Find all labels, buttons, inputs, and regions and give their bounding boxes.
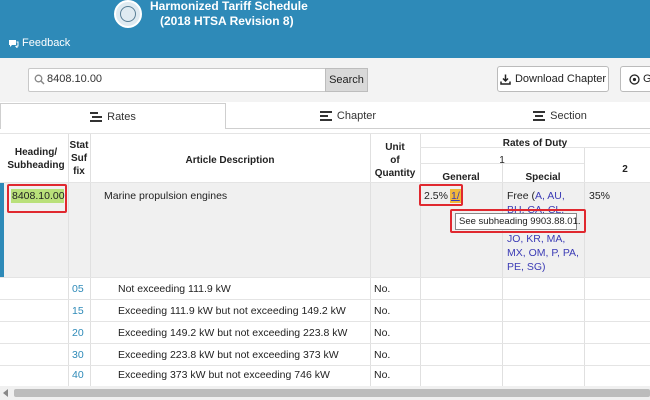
sub-description: Exceeding 223.8 kW but not exceeding 373… — [118, 349, 339, 361]
scrollbar-thumb[interactable] — [14, 389, 650, 397]
search-input[interactable] — [47, 73, 317, 85]
annotation-box-heading — [7, 184, 67, 213]
tariff-table: Heading/Subheading Stat Suf fix Article De… — [0, 133, 650, 387]
special-program-codes[interactable]: A, AU, — [535, 190, 565, 202]
article-description: Marine propulsion engines — [104, 190, 228, 202]
sub-description: Exceeding 111.9 kW but not exceeding 149… — [118, 305, 346, 317]
stat-suffix[interactable]: 15 — [72, 305, 84, 317]
header-rates-of-duty: Rates of Duty — [502, 138, 568, 149]
download-chapter-button[interactable]: Download Chapter — [497, 66, 609, 92]
header-special: Special — [525, 172, 561, 183]
unit-of-quantity: No. — [374, 283, 391, 295]
unit-of-quantity: No. — [374, 349, 391, 361]
search-button[interactable]: Search — [325, 68, 368, 92]
special-program-codes[interactable]: JO, KR, MA, — [507, 233, 565, 245]
feedback-icon — [8, 39, 19, 48]
tab-rates-label: Rates — [107, 110, 136, 123]
app-subtitle: (2018 HTSA Revision 8) — [160, 14, 294, 28]
search-icon — [34, 74, 45, 85]
align-center-icon — [533, 111, 546, 121]
tab-section-label: Section — [550, 110, 587, 122]
annotation-box-tooltip — [450, 209, 586, 233]
align-left-icon — [319, 111, 332, 121]
search-toolbar: Search Download Chapter G — [0, 58, 650, 102]
guide-button[interactable]: G — [620, 66, 650, 92]
app-header: Harmonized Tariff Schedule (2018 HTSA Re… — [0, 0, 650, 58]
special-program-codes[interactable]: PE, SG) — [507, 261, 546, 273]
tab-chapter[interactable]: Chapter — [226, 103, 470, 129]
header-stat-suffix: Stat Suf fix — [69, 140, 89, 177]
stat-suffix[interactable]: 05 — [72, 283, 84, 295]
download-chapter-label: Download Chapter — [514, 73, 607, 85]
unit-of-quantity: No. — [374, 327, 391, 339]
sub-description: Not exceeding 111.9 kW — [118, 283, 231, 295]
special-program-codes[interactable]: MX, OM, P, PA, — [507, 247, 579, 259]
bars-icon — [90, 111, 103, 122]
feedback-link[interactable]: Feedback — [8, 37, 70, 49]
column-2-rate: 35% — [589, 190, 611, 202]
header-general: General — [442, 172, 480, 183]
stat-suffix[interactable]: 40 — [72, 369, 84, 381]
sub-description: Exceeding 373 kW but not exceeding 746 k… — [118, 369, 330, 381]
scroll-left-icon[interactable] — [3, 389, 8, 397]
stat-suffix[interactable]: 20 — [72, 327, 84, 339]
special-rate: Free (A, AU, — [507, 190, 565, 202]
sub-description: Exceeding 149.2 kW but not exceeding 223… — [118, 327, 348, 339]
row-accent-bar — [0, 182, 4, 277]
header-column-2: 2 — [622, 164, 628, 175]
header-column-1: 1 — [499, 155, 505, 166]
app-title: Harmonized Tariff Schedule — [150, 0, 308, 13]
usitc-seal-logo — [114, 0, 142, 28]
tab-chapter-label: Chapter — [336, 110, 377, 122]
unit-of-quantity: No. — [374, 305, 391, 317]
view-tabs: Rates Chapter Section — [0, 103, 650, 129]
tab-section[interactable]: Section — [470, 103, 650, 129]
unit-of-quantity: No. — [374, 369, 391, 381]
feedback-label: Feedback — [22, 37, 71, 49]
globe-icon — [629, 73, 640, 85]
stat-suffix[interactable]: 30 — [72, 349, 84, 361]
header-unit-of-quantity: Unit of Quantity — [374, 142, 416, 179]
search-field[interactable] — [28, 68, 326, 92]
header-heading-subheading: Heading/Subheading — [7, 147, 65, 171]
header-article-description: Article Description — [185, 155, 275, 166]
download-icon — [500, 74, 511, 85]
tab-rates[interactable]: Rates — [0, 103, 226, 129]
annotation-box-general — [419, 184, 463, 206]
horizontal-scrollbar[interactable] — [0, 386, 650, 400]
guide-label: G — [643, 73, 650, 85]
